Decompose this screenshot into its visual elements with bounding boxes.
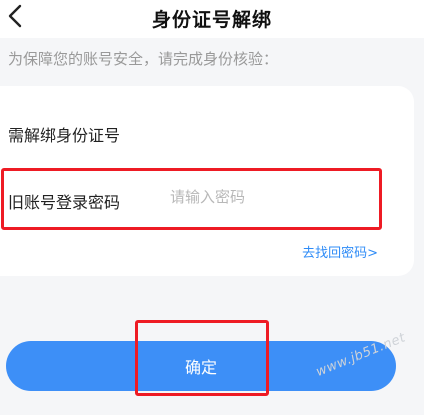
verification-card: 需解绑身份证号 旧账号登录密码 去找回密码>	[0, 86, 414, 276]
nav-bar: 身份证号解绑	[0, 0, 424, 38]
forgot-password-link[interactable]: 去找回密码>	[302, 242, 378, 261]
unbind-idcard-page: 身份证号解绑 为保障您的账号安全，请完成身份核验： 需解绑身份证号 旧账号登录密…	[0, 0, 424, 415]
page-title: 身份证号解绑	[151, 9, 272, 31]
password-label: 旧账号登录密码	[8, 193, 121, 212]
password-input[interactable]	[170, 182, 370, 212]
idcard-label: 需解绑身份证号	[8, 126, 121, 145]
verification-hint: 为保障您的账号安全，请完成身份核验：	[8, 50, 279, 68]
